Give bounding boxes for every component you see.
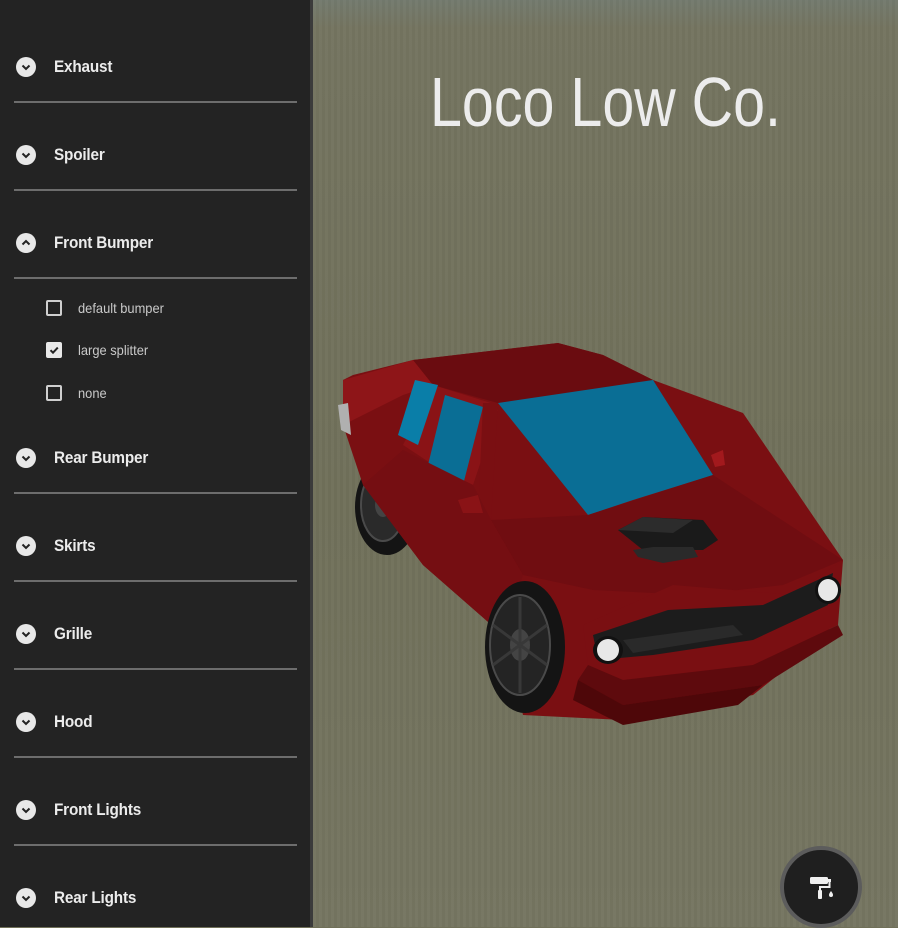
option-default-bumper[interactable]: default bumper [46,300,171,316]
chevron-down-icon [16,448,36,468]
option-large-splitter[interactable]: large splitter [46,342,154,358]
section-exhaust: Exhaust [14,47,297,87]
chevron-down-icon [16,145,36,165]
section-front-bumper: Front Bumper [14,223,297,263]
paint-roller-icon [810,877,833,899]
divider [14,277,297,279]
divider [14,492,297,494]
divider [14,844,297,846]
parts-sidebar: Exhaust Spoiler Front Bumper default bum… [0,0,313,927]
section-hood: Hood [14,702,297,742]
section-label: Rear Bumper [54,448,149,467]
section-header-grille[interactable]: Grille [14,614,297,654]
option-none[interactable]: none [46,385,109,401]
checkbox[interactable] [46,385,62,401]
chevron-up-icon [16,233,36,253]
section-header-front-lights[interactable]: Front Lights [14,790,297,830]
divider [14,101,297,103]
section-header-rear-lights[interactable]: Rear Lights [14,878,297,918]
section-skirts: Skirts [14,526,297,566]
section-header-exhaust[interactable]: Exhaust [14,47,297,87]
section-label: Rear Lights [54,888,137,907]
checkbox-checked[interactable] [46,342,62,358]
option-label: large splitter [78,342,149,358]
option-label: none [78,385,107,401]
section-label: Skirts [54,536,96,555]
chevron-down-icon [16,800,36,820]
paint-button[interactable] [780,846,862,928]
3d-viewport[interactable]: Loco Low Co. [313,0,898,928]
chevron-down-icon [16,624,36,644]
section-header-front-bumper[interactable]: Front Bumper [14,223,297,263]
brand-title: Loco Low Co. [429,63,781,141]
section-header-hood[interactable]: Hood [14,702,297,742]
chevron-down-icon [16,57,36,77]
chevron-down-icon [16,888,36,908]
car-model[interactable] [323,335,863,735]
divider [14,756,297,758]
divider [14,580,297,582]
option-label: default bumper [78,300,164,316]
section-label: Exhaust [54,57,113,76]
section-label: Grille [54,624,93,643]
chevron-down-icon [16,712,36,732]
divider [14,668,297,670]
section-label: Spoiler [54,145,105,164]
section-label: Front Bumper [54,233,153,252]
chevron-down-icon [16,536,36,556]
section-spoiler: Spoiler [14,135,297,175]
section-label: Hood [54,712,93,731]
section-header-skirts[interactable]: Skirts [14,526,297,566]
section-header-spoiler[interactable]: Spoiler [14,135,297,175]
section-header-rear-bumper[interactable]: Rear Bumper [14,438,297,478]
checkbox[interactable] [46,300,62,316]
section-rear-lights: Rear Lights [14,878,297,918]
section-rear-bumper: Rear Bumper [14,438,297,478]
front-wheel [485,581,565,713]
section-label: Front Lights [54,800,142,819]
section-front-lights: Front Lights [14,790,297,830]
divider [14,189,297,191]
section-grille: Grille [14,614,297,654]
checkmark-icon [49,346,59,355]
